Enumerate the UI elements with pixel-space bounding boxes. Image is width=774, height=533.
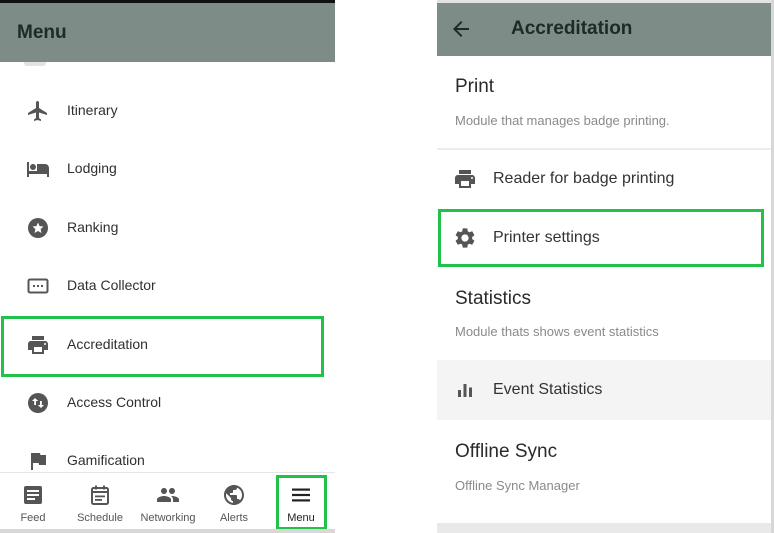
back-arrow-icon[interactable] — [449, 17, 473, 41]
menu-item-lodging[interactable]: Lodging — [0, 140, 335, 198]
section-title-print: Print — [455, 76, 495, 97]
list-item-label: Reader for badge printing — [493, 170, 675, 187]
nav-label: Feed — [20, 512, 46, 524]
accreditation-screen: Accreditation Print Module that manages … — [437, 0, 774, 533]
bottom-navigation: Feed Schedule Networking Alerts Menu — [0, 472, 335, 533]
nav-feed[interactable]: Feed — [10, 473, 56, 533]
accreditation-app-bar: Accreditation — [437, 3, 774, 56]
bottom-divider — [0, 529, 335, 533]
menu-app-bar: Menu — [0, 3, 335, 62]
accreditation-highlight — [1, 316, 324, 377]
calendar-icon — [91, 485, 109, 505]
menu-item-data-collector[interactable]: Data Collector — [0, 257, 335, 315]
section-title-statistics: Statistics — [455, 288, 532, 309]
menu-item-itinerary[interactable]: Itinerary — [0, 82, 335, 140]
nav-networking[interactable]: Networking — [136, 473, 200, 533]
printer-icon — [455, 170, 475, 188]
menu-screen: Menu Itinerary Lodging Ranking Data Coll… — [0, 0, 335, 533]
list-item-label: Event Statistics — [493, 381, 603, 398]
nav-label: Schedule — [77, 512, 123, 524]
menu-item-access-control[interactable]: Access Control — [0, 374, 335, 432]
airplane-icon — [28, 101, 47, 121]
printer-settings-highlight — [438, 209, 764, 267]
section-title-offline-sync: Offline Sync — [455, 441, 558, 462]
menu-item-label: Gamification — [67, 452, 145, 468]
globe-icon — [224, 485, 244, 505]
page-title: Accreditation — [511, 18, 633, 39]
flag-icon — [31, 453, 46, 470]
menu-item-ranking[interactable]: Ranking — [0, 199, 335, 257]
bottom-divider — [437, 523, 774, 533]
menu-title: Menu — [17, 22, 67, 43]
nav-label: Networking — [140, 512, 196, 524]
bar-chart-icon — [458, 384, 472, 397]
menu-item-label: Access Control — [67, 394, 162, 410]
menu-item-label: Ranking — [67, 219, 119, 235]
bed-icon — [27, 162, 49, 177]
nav-label: Alerts — [219, 512, 249, 524]
menu-item-label: Data Collector — [67, 277, 156, 293]
section-description-print: Module that manages badge printing. — [455, 113, 670, 128]
menu-item-label: Lodging — [67, 160, 117, 176]
scroll-hint — [24, 62, 46, 66]
feed-icon — [24, 486, 42, 504]
people-icon — [157, 488, 179, 502]
section-description-statistics: Module thats shows event statistics — [455, 324, 659, 339]
list-item-reader-badge-printing[interactable]: Reader for badge printing — [437, 150, 774, 208]
nav-alerts[interactable]: Alerts — [212, 473, 256, 533]
keyboard-icon — [27, 278, 49, 294]
star-circle-icon — [28, 218, 48, 238]
menu-tab-highlight — [276, 475, 327, 530]
nav-schedule[interactable]: Schedule — [72, 473, 128, 533]
swap-circle-icon — [28, 393, 48, 413]
menu-item-label: Itinerary — [67, 102, 118, 118]
section-description-offline-sync: Offline Sync Manager — [455, 478, 580, 493]
list-item-event-statistics[interactable]: Event Statistics — [437, 361, 774, 419]
